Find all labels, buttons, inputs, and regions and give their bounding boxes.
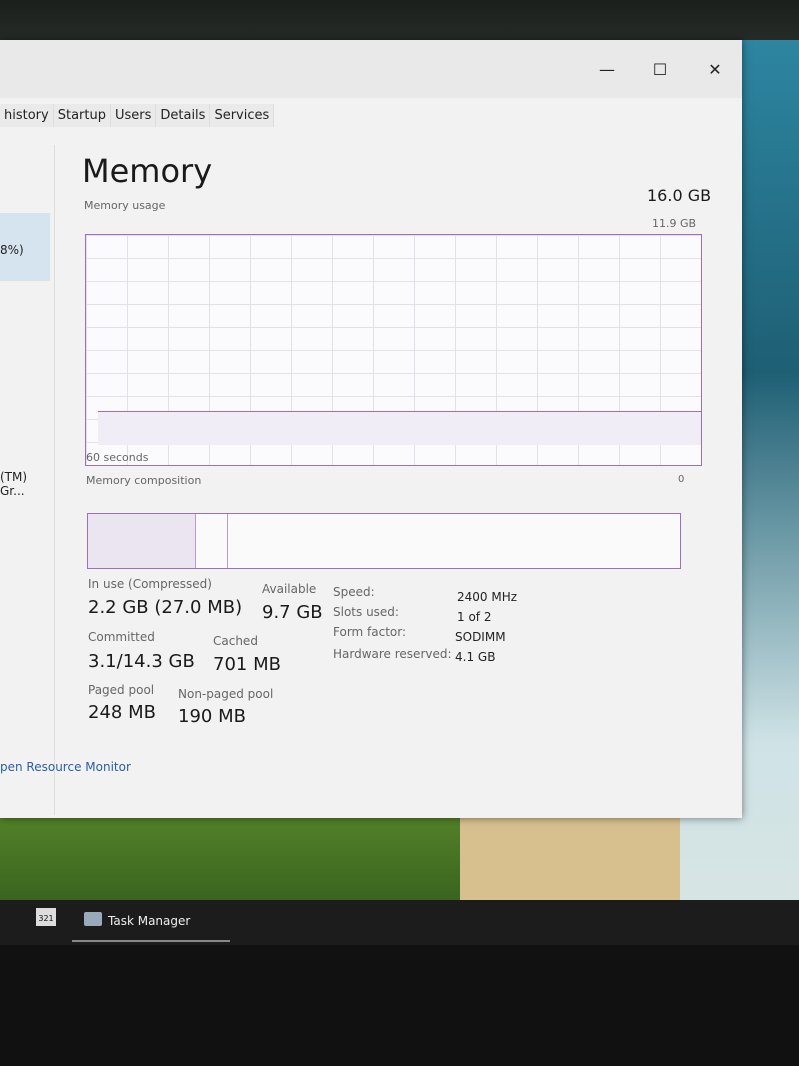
time-label: 60 seconds bbox=[86, 451, 149, 464]
standby-segment bbox=[228, 514, 680, 568]
modified-segment bbox=[196, 514, 228, 568]
in-use-label: In use (Compressed) bbox=[88, 577, 212, 591]
paged-pool-value: 248 MB bbox=[88, 702, 156, 723]
maximize-button[interactable]: ☐ bbox=[645, 60, 675, 79]
taskbar: 321 Task Manager bbox=[0, 900, 799, 945]
task-manager-window: — ☐ ✕ history Startup Users Details Serv… bbox=[0, 40, 742, 818]
form-factor-value: SODIMM bbox=[455, 630, 506, 644]
paged-pool-label: Paged pool bbox=[88, 683, 155, 697]
tab-app-history[interactable]: history bbox=[0, 104, 54, 127]
minimize-button[interactable]: — bbox=[592, 60, 622, 79]
hardware-reserved-label: Hardware reserved: bbox=[333, 647, 452, 661]
page-title: Memory bbox=[82, 152, 213, 190]
sidebar-item-label: 8%) bbox=[0, 243, 24, 257]
form-factor-label: Form factor: bbox=[333, 625, 407, 639]
monitor-bezel bbox=[0, 0, 799, 40]
in-use-segment bbox=[88, 514, 196, 568]
memory-usage-graph bbox=[85, 234, 702, 466]
cached-value: 701 MB bbox=[213, 654, 281, 675]
cached-label: Cached bbox=[213, 634, 258, 648]
nonpaged-pool-value: 190 MB bbox=[178, 706, 246, 727]
tab-details[interactable]: Details bbox=[156, 104, 211, 127]
calendar-app-icon[interactable]: 321 bbox=[36, 908, 56, 926]
task-manager-icon bbox=[84, 912, 102, 926]
committed-value: 3.1/14.3 GB bbox=[88, 651, 195, 672]
in-use-value: 2.2 GB (27.0 MB) bbox=[88, 597, 243, 618]
composition-label: Memory composition bbox=[86, 474, 202, 487]
open-resource-monitor-link[interactable]: pen Resource Monitor bbox=[0, 760, 131, 774]
sidebar-item-memory[interactable]: 8%) bbox=[0, 213, 50, 281]
nonpaged-pool-label: Non-paged pool bbox=[178, 687, 274, 701]
memory-composition-bar bbox=[87, 513, 681, 569]
tab-bar: history Startup Users Details Services bbox=[0, 104, 275, 127]
resource-sidebar: 8%) (TM) Gr... bbox=[0, 145, 55, 815]
tab-services[interactable]: Services bbox=[210, 104, 275, 127]
slots-label: Slots used: bbox=[333, 605, 399, 619]
slots-value: 1 of 2 bbox=[457, 610, 492, 624]
sidebar-item-gpu[interactable]: (TM) Gr... bbox=[0, 470, 54, 498]
available-label: Available bbox=[262, 582, 317, 596]
tab-users[interactable]: Users bbox=[110, 104, 157, 127]
close-button[interactable]: ✕ bbox=[700, 60, 730, 79]
speed-label: Speed: bbox=[333, 585, 375, 599]
usage-fill bbox=[98, 410, 701, 445]
tab-startup[interactable]: Startup bbox=[53, 104, 111, 127]
taskbar-item-label: Task Manager bbox=[108, 914, 191, 928]
usage-max: 11.9 GB bbox=[652, 217, 697, 230]
total-memory: 16.0 GB bbox=[647, 186, 712, 205]
available-value: 9.7 GB bbox=[262, 602, 323, 623]
usage-label: Memory usage bbox=[84, 199, 166, 212]
taskbar-task-manager[interactable]: Task Manager bbox=[72, 904, 230, 942]
hardware-reserved-value: 4.1 GB bbox=[455, 650, 496, 664]
speed-value: 2400 MHz bbox=[457, 590, 518, 604]
title-bar: — ☐ ✕ bbox=[0, 40, 742, 98]
graph-min: 0 bbox=[678, 474, 685, 485]
committed-label: Committed bbox=[88, 630, 155, 644]
